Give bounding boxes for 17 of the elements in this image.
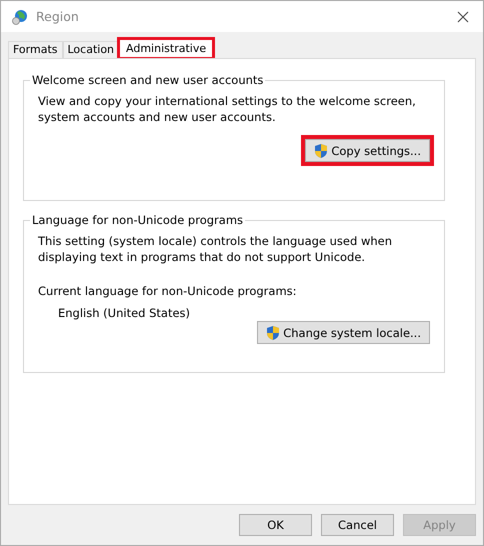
shield-icon — [314, 142, 328, 158]
current-language-label: Current language for non-Unicode programs: — [38, 283, 298, 299]
shield-icon — [266, 324, 280, 340]
tab[interactable]: Location — [62, 41, 120, 58]
globe-icon — [12, 8, 28, 24]
group-title: Language for non-Unicode programs — [31, 213, 244, 227]
window-title: Region — [36, 9, 80, 24]
current-language-value: English (United States) — [58, 305, 192, 321]
settings-button[interactable]: Change system locale... — [257, 321, 430, 344]
description-text: View and copy your international settings to the welcome screen, system accounts and new user accounts. — [38, 93, 417, 125]
tab[interactable]: Formats — [8, 41, 62, 58]
close-icon[interactable] — [457, 10, 469, 22]
dialog-button[interactable]: OK — [239, 514, 312, 536]
dialog-button[interactable]: Cancel — [321, 514, 394, 536]
group-title: Welcome screen and new user accounts — [31, 73, 264, 87]
tab[interactable]: Administrative — [119, 39, 214, 58]
description-text: This setting (system locale) controls the language used when displaying text in programs that do not support Unicode. — [38, 233, 394, 265]
